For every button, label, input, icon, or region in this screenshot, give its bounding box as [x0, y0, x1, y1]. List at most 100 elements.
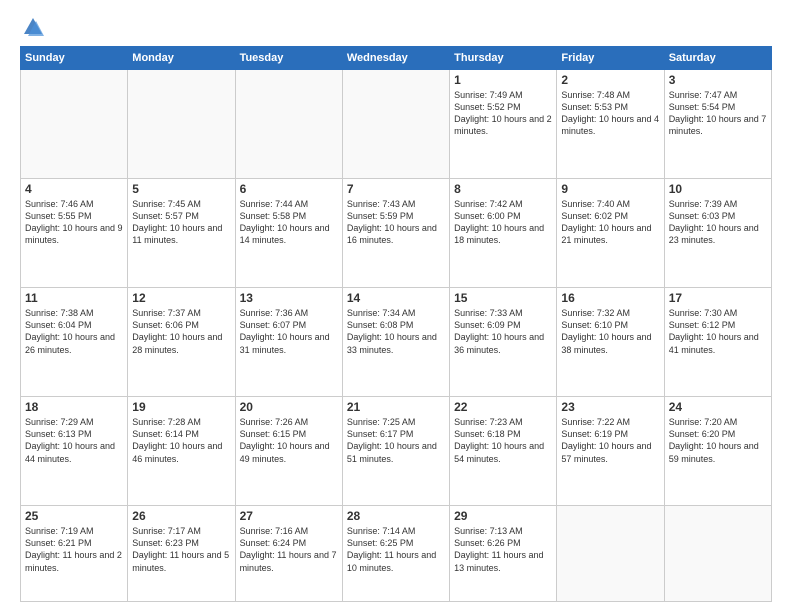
- day-number: 13: [240, 291, 338, 305]
- week-row-5: 25Sunrise: 7:19 AM Sunset: 6:21 PM Dayli…: [21, 506, 772, 602]
- col-header-monday: Monday: [128, 47, 235, 70]
- day-info: Sunrise: 7:20 AM Sunset: 6:20 PM Dayligh…: [669, 416, 767, 465]
- header: [20, 16, 772, 38]
- day-cell: 13 Sunrise: 7:36 AM Sunset: 6:07 PM Dayli…: [235, 288, 342, 397]
- day-number: 7: [347, 182, 445, 196]
- day-number: 22: [454, 400, 552, 414]
- day-info: Sunrise: 7:38 AM Sunset: 6:04 PM Dayligh…: [25, 307, 123, 356]
- day-cell: 5Sunrise: 7:45 AM Sunset: 5:57 PM Daylig…: [128, 179, 235, 288]
- day-number: 20: [240, 400, 338, 414]
- day-cell: 28 Sunrise: 7:14 AM Sunset: 6:25 PM Dayli…: [342, 506, 449, 602]
- day-number: 19: [132, 400, 230, 414]
- day-number: 24: [669, 400, 767, 414]
- day-cell: 26 Sunrise: 7:17 AM Sunset: 6:23 PM Dayli…: [128, 506, 235, 602]
- day-number: 26: [132, 509, 230, 523]
- week-row-3: 11 Sunrise: 7:38 AM Sunset: 6:04 PM Dayli…: [21, 288, 772, 397]
- day-cell: 11 Sunrise: 7:38 AM Sunset: 6:04 PM Dayli…: [21, 288, 128, 397]
- day-number: 28: [347, 509, 445, 523]
- day-number: 17: [669, 291, 767, 305]
- week-row-4: 18 Sunrise: 7:29 AM Sunset: 6:13 PM Dayli…: [21, 397, 772, 506]
- day-cell: 14 Sunrise: 7:34 AM Sunset: 6:08 PM Dayli…: [342, 288, 449, 397]
- week-row-1: 1 Sunrise: 7:49 AM Sunset: 5:52 PM Daylig…: [21, 70, 772, 179]
- day-cell: [235, 70, 342, 179]
- col-header-friday: Friday: [557, 47, 664, 70]
- day-info: Sunrise: 7:37 AM Sunset: 6:06 PM Dayligh…: [132, 307, 230, 356]
- day-cell: 8 Sunrise: 7:42 AM Sunset: 6:00 PM Daylig…: [450, 179, 557, 288]
- day-info: Sunrise: 7:47 AM Sunset: 5:54 PM Dayligh…: [669, 89, 767, 138]
- day-number: 2: [561, 73, 659, 87]
- day-info: Sunrise: 7:33 AM Sunset: 6:09 PM Dayligh…: [454, 307, 552, 356]
- day-cell: [21, 70, 128, 179]
- col-header-sunday: Sunday: [21, 47, 128, 70]
- day-number: 12: [132, 291, 230, 305]
- day-info: Sunrise: 7:25 AM Sunset: 6:17 PM Dayligh…: [347, 416, 445, 465]
- day-number: 4: [25, 182, 123, 196]
- day-info: Sunrise: 7:40 AM Sunset: 6:02 PM Dayligh…: [561, 198, 659, 247]
- day-cell: 18 Sunrise: 7:29 AM Sunset: 6:13 PM Dayli…: [21, 397, 128, 506]
- day-info: Sunrise: 7:42 AM Sunset: 6:00 PM Dayligh…: [454, 198, 552, 247]
- day-cell: 24 Sunrise: 7:20 AM Sunset: 6:20 PM Dayli…: [664, 397, 771, 506]
- day-number: 29: [454, 509, 552, 523]
- calendar-table: SundayMondayTuesdayWednesdayThursdayFrid…: [20, 46, 772, 602]
- day-info: Sunrise: 7:13 AM Sunset: 6:26 PM Dayligh…: [454, 525, 552, 574]
- day-info: Sunrise: 7:48 AM Sunset: 5:53 PM Dayligh…: [561, 89, 659, 138]
- day-info: Sunrise: 7:28 AM Sunset: 6:14 PM Dayligh…: [132, 416, 230, 465]
- day-number: 16: [561, 291, 659, 305]
- day-cell: 17 Sunrise: 7:30 AM Sunset: 6:12 PM Dayli…: [664, 288, 771, 397]
- day-info: Sunrise: 7:17 AM Sunset: 6:23 PM Dayligh…: [132, 525, 230, 574]
- day-number: 11: [25, 291, 123, 305]
- day-info: Sunrise: 7:23 AM Sunset: 6:18 PM Dayligh…: [454, 416, 552, 465]
- day-info: Sunrise: 7:36 AM Sunset: 6:07 PM Dayligh…: [240, 307, 338, 356]
- day-info: Sunrise: 7:32 AM Sunset: 6:10 PM Dayligh…: [561, 307, 659, 356]
- day-number: 21: [347, 400, 445, 414]
- day-cell: 29 Sunrise: 7:13 AM Sunset: 6:26 PM Dayli…: [450, 506, 557, 602]
- day-info: Sunrise: 7:46 AM Sunset: 5:55 PM Dayligh…: [25, 198, 123, 247]
- day-cell: [664, 506, 771, 602]
- day-info: Sunrise: 7:29 AM Sunset: 6:13 PM Dayligh…: [25, 416, 123, 465]
- day-cell: 9Sunrise: 7:40 AM Sunset: 6:02 PM Daylig…: [557, 179, 664, 288]
- day-cell: 22 Sunrise: 7:23 AM Sunset: 6:18 PM Dayli…: [450, 397, 557, 506]
- day-number: 6: [240, 182, 338, 196]
- day-number: 10: [669, 182, 767, 196]
- day-cell: 6 Sunrise: 7:44 AM Sunset: 5:58 PM Daylig…: [235, 179, 342, 288]
- day-number: 18: [25, 400, 123, 414]
- day-info: Sunrise: 7:49 AM Sunset: 5:52 PM Dayligh…: [454, 89, 552, 138]
- day-info: Sunrise: 7:26 AM Sunset: 6:15 PM Dayligh…: [240, 416, 338, 465]
- day-cell: 2 Sunrise: 7:48 AM Sunset: 5:53 PM Daylig…: [557, 70, 664, 179]
- day-cell: [128, 70, 235, 179]
- day-number: 27: [240, 509, 338, 523]
- day-cell: [342, 70, 449, 179]
- page: SundayMondayTuesdayWednesdayThursdayFrid…: [0, 0, 792, 612]
- day-cell: 19 Sunrise: 7:28 AM Sunset: 6:14 PM Dayli…: [128, 397, 235, 506]
- day-cell: 15 Sunrise: 7:33 AM Sunset: 6:09 PM Dayli…: [450, 288, 557, 397]
- day-number: 1: [454, 73, 552, 87]
- day-info: Sunrise: 7:34 AM Sunset: 6:08 PM Dayligh…: [347, 307, 445, 356]
- week-row-2: 4 Sunrise: 7:46 AM Sunset: 5:55 PM Daylig…: [21, 179, 772, 288]
- day-number: 3: [669, 73, 767, 87]
- day-info: Sunrise: 7:43 AM Sunset: 5:59 PM Dayligh…: [347, 198, 445, 247]
- day-cell: 23Sunrise: 7:22 AM Sunset: 6:19 PM Dayli…: [557, 397, 664, 506]
- day-cell: 1 Sunrise: 7:49 AM Sunset: 5:52 PM Daylig…: [450, 70, 557, 179]
- day-number: 14: [347, 291, 445, 305]
- logo-icon: [22, 16, 44, 38]
- day-info: Sunrise: 7:44 AM Sunset: 5:58 PM Dayligh…: [240, 198, 338, 247]
- col-header-thursday: Thursday: [450, 47, 557, 70]
- day-number: 8: [454, 182, 552, 196]
- day-cell: 21 Sunrise: 7:25 AM Sunset: 6:17 PM Dayli…: [342, 397, 449, 506]
- day-cell: 27Sunrise: 7:16 AM Sunset: 6:24 PM Dayli…: [235, 506, 342, 602]
- day-cell: 20 Sunrise: 7:26 AM Sunset: 6:15 PM Dayli…: [235, 397, 342, 506]
- day-number: 23: [561, 400, 659, 414]
- col-header-wednesday: Wednesday: [342, 47, 449, 70]
- day-info: Sunrise: 7:19 AM Sunset: 6:21 PM Dayligh…: [25, 525, 123, 574]
- day-cell: 4 Sunrise: 7:46 AM Sunset: 5:55 PM Daylig…: [21, 179, 128, 288]
- day-info: Sunrise: 7:45 AM Sunset: 5:57 PM Dayligh…: [132, 198, 230, 247]
- day-info: Sunrise: 7:30 AM Sunset: 6:12 PM Dayligh…: [669, 307, 767, 356]
- logo: [20, 16, 44, 38]
- day-number: 15: [454, 291, 552, 305]
- calendar-header-row: SundayMondayTuesdayWednesdayThursdayFrid…: [21, 47, 772, 70]
- day-info: Sunrise: 7:14 AM Sunset: 6:25 PM Dayligh…: [347, 525, 445, 574]
- day-cell: 10 Sunrise: 7:39 AM Sunset: 6:03 PM Dayli…: [664, 179, 771, 288]
- day-info: Sunrise: 7:39 AM Sunset: 6:03 PM Dayligh…: [669, 198, 767, 247]
- day-cell: 7 Sunrise: 7:43 AM Sunset: 5:59 PM Daylig…: [342, 179, 449, 288]
- day-cell: 16 Sunrise: 7:32 AM Sunset: 6:10 PM Dayli…: [557, 288, 664, 397]
